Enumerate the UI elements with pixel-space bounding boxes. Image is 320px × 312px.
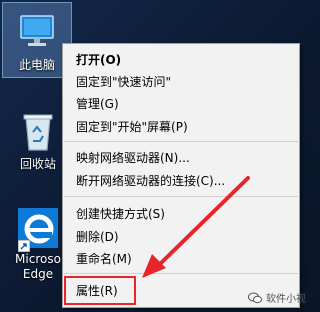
menu-item-rename[interactable]: 重命名(M) xyxy=(76,249,132,269)
menu-item-create-shortcut[interactable]: 创建快捷方式(S) xyxy=(76,204,165,224)
watermark: 软件小视 xyxy=(248,290,306,305)
context-menu: 打开(O) 固定到"快速访问" 管理(G) 固定到"开始"屏幕(P) 映射网络驱… xyxy=(62,43,300,308)
properties-highlight-box xyxy=(64,276,136,305)
menu-item-manage[interactable]: 管理(G) xyxy=(76,94,119,114)
menu-separator xyxy=(64,196,298,197)
menu-item-pin-start[interactable]: 固定到"开始"屏幕(P) xyxy=(76,117,188,137)
menu-separator xyxy=(64,141,298,142)
menu-item-disconnect-network-drive[interactable]: 断开网络驱动器的连接(C)... xyxy=(76,171,225,191)
menu-item-pin-quick-access[interactable]: 固定到"快速访问" xyxy=(76,72,171,92)
desktop: 此电脑 回收站 Microso Edge 打开(O) 固定到"快速访问" 管理(… xyxy=(0,0,320,312)
wechat-icon xyxy=(248,292,262,303)
menu-item-delete[interactable]: 删除(D) xyxy=(76,227,119,247)
watermark-text: 软件小视 xyxy=(266,294,306,305)
recycle-bin-icon xyxy=(23,114,53,151)
desktop-icon-label: 此电脑 xyxy=(18,58,55,72)
menu-item-map-network-drive[interactable]: 映射网络驱动器(N)... xyxy=(76,148,190,168)
menu-separator xyxy=(64,273,298,274)
menu-item-open[interactable]: 打开(O) xyxy=(76,50,121,70)
shortcut-arrow-icon xyxy=(18,240,30,252)
computer-icon xyxy=(20,15,54,46)
